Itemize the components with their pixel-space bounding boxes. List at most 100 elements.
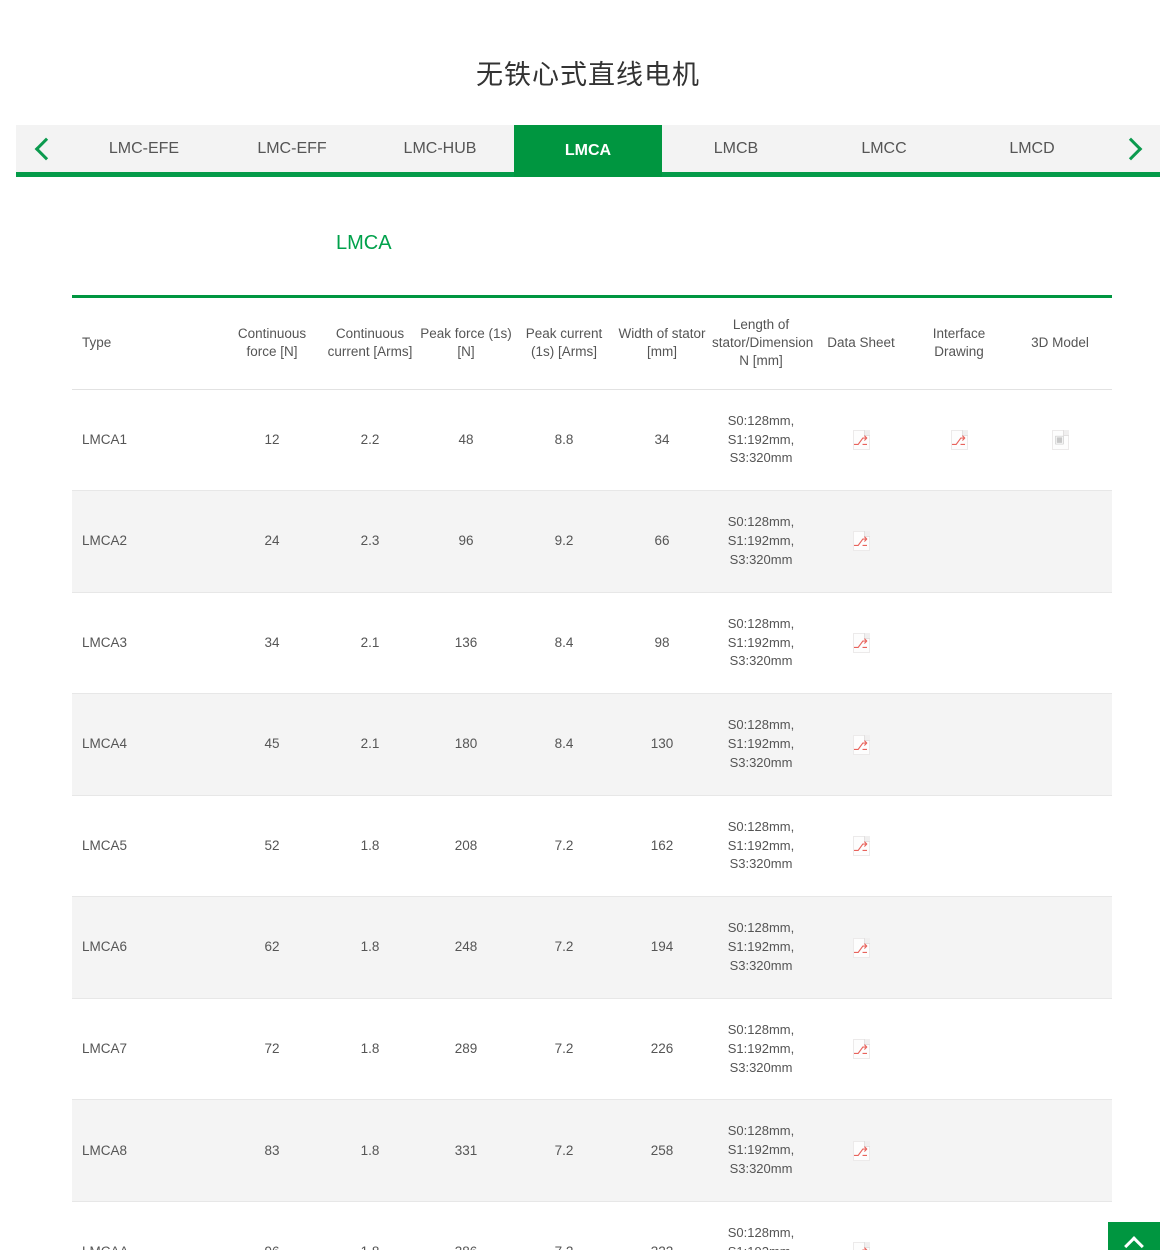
product-series-tabbar: LMC-EFELMC-EFFLMC-HUBLMCALMCBLMCCLMCD (16, 125, 1160, 177)
cell-interface-drawing (910, 1201, 1008, 1250)
cell-peak-force: 289 (418, 998, 514, 1100)
table-row: LMCAA961.83867.2322S0:128mm,S1:192mm,S3:… (72, 1201, 1112, 1250)
tabs-list: LMC-EFELMC-EFFLMC-HUBLMCALMCBLMCCLMCD (70, 125, 1106, 172)
cell-continuous-current: 2.1 (322, 592, 418, 694)
column-header-3d-model: 3D Model (1008, 297, 1112, 390)
cell-width-of-stator: 226 (614, 998, 710, 1100)
tab-lmcd[interactable]: LMCD (958, 125, 1106, 172)
table-header: Type Continuous force [N] Continuous cur… (72, 297, 1112, 390)
cell-peak-force: 386 (418, 1201, 514, 1250)
column-header-continuous-force: Continuous force [N] (222, 297, 322, 390)
cell-3d-model (1008, 795, 1112, 897)
cell-interface-drawing (910, 491, 1008, 593)
pdf-icon[interactable]: ⎇ (853, 836, 870, 856)
cell-continuous-current: 1.8 (322, 795, 418, 897)
cell-interface-drawing (910, 694, 1008, 796)
page-title: 无铁心式直线电机 (0, 0, 1176, 92)
pdf-icon[interactable]: ⎇ (853, 735, 870, 755)
tab-lmcb[interactable]: LMCB (662, 125, 810, 172)
cell-length-of-stator: S0:128mm,S1:192mm,S3:320mm (710, 1100, 812, 1202)
cell-data-sheet: ⎇ (812, 1100, 910, 1202)
cell-continuous-current: 1.8 (322, 897, 418, 999)
column-header-peak-force: Peak force (1s) [N] (418, 297, 514, 390)
tab-lmcc[interactable]: LMCC (810, 125, 958, 172)
pdf-icon[interactable]: ⎇ (853, 938, 870, 958)
cell-peak-force: 136 (418, 592, 514, 694)
chevron-left-icon (34, 137, 57, 160)
cell-continuous-current: 1.8 (322, 1201, 418, 1250)
cell-length-of-stator: S0:128mm,S1:192mm,S3:320mm (710, 694, 812, 796)
table-row: LMCA6621.82487.2194S0:128mm,S1:192mm,S3:… (72, 897, 1112, 999)
pdf-icon[interactable]: ⎇ (853, 1039, 870, 1059)
cell-peak-force: 48 (418, 389, 514, 491)
cell-interface-drawing (910, 592, 1008, 694)
column-header-continuous-current: Continuous current [Arms] (322, 297, 418, 390)
cell-continuous-force: 62 (222, 897, 322, 999)
cell-peak-current: 8.4 (514, 694, 614, 796)
cell-3d-model (1008, 998, 1112, 1100)
cell-data-sheet: ⎇ (812, 389, 910, 491)
cell-continuous-force: 24 (222, 491, 322, 593)
cell-continuous-current: 1.8 (322, 998, 418, 1100)
section-heading: LMCA (16, 177, 1160, 255)
tab-lmc-efe[interactable]: LMC-EFE (70, 125, 218, 172)
cell-width-of-stator: 34 (614, 389, 710, 491)
back-to-top-button[interactable] (1108, 1222, 1160, 1250)
pdf-icon[interactable]: ⎇ (853, 633, 870, 653)
tab-lmc-hub[interactable]: LMC-HUB (366, 125, 514, 172)
cell-peak-force: 180 (418, 694, 514, 796)
cell-length-of-stator: S0:128mm,S1:192mm,S3:320mm (710, 1201, 812, 1250)
pdf-icon[interactable]: ⎇ (853, 1141, 870, 1161)
table-row: LMCA5521.82087.2162S0:128mm,S1:192mm,S3:… (72, 795, 1112, 897)
cell-length-of-stator: S0:128mm,S1:192mm,S3:320mm (710, 491, 812, 593)
cell-data-sheet: ⎇ (812, 694, 910, 796)
pdf-icon[interactable]: ⎇ (951, 430, 968, 450)
cell-peak-force: 248 (418, 897, 514, 999)
cell-continuous-force: 12 (222, 389, 322, 491)
tab-lmca[interactable]: LMCA (514, 125, 662, 177)
cell-type: LMCAA (72, 1201, 222, 1250)
cell-type: LMCA8 (72, 1100, 222, 1202)
table-header-row: Type Continuous force [N] Continuous cur… (72, 297, 1112, 390)
cell-peak-current: 7.2 (514, 1100, 614, 1202)
tabs-next-button[interactable] (1106, 125, 1160, 172)
table-row: LMCA8831.83317.2258S0:128mm,S1:192mm,S3:… (72, 1100, 1112, 1202)
cell-width-of-stator: 162 (614, 795, 710, 897)
cell-data-sheet: ⎇ (812, 795, 910, 897)
specification-table: Type Continuous force [N] Continuous cur… (72, 295, 1112, 1250)
cell-3d-model (1008, 694, 1112, 796)
cell-width-of-stator: 66 (614, 491, 710, 593)
cell-interface-drawing (910, 998, 1008, 1100)
cell-continuous-current: 1.8 (322, 1100, 418, 1202)
cell-length-of-stator: S0:128mm,S1:192mm,S3:320mm (710, 795, 812, 897)
cell-continuous-force: 45 (222, 694, 322, 796)
cell-width-of-stator: 258 (614, 1100, 710, 1202)
cell-type: LMCA2 (72, 491, 222, 593)
chevron-up-icon (1124, 1236, 1144, 1250)
cell-type: LMCA7 (72, 998, 222, 1100)
cell-continuous-current: 2.1 (322, 694, 418, 796)
chevron-right-icon (1119, 137, 1142, 160)
cell-data-sheet: ⎇ (812, 491, 910, 593)
column-header-length-of-stator: Length of stator/Dimension N [mm] (710, 297, 812, 390)
3d-model-icon[interactable]: ▣ (1052, 430, 1069, 450)
table-row: LMCA4452.11808.4130S0:128mm,S1:192mm,S3:… (72, 694, 1112, 796)
column-header-peak-current: Peak current (1s) [Arms] (514, 297, 614, 390)
cell-interface-drawing (910, 1100, 1008, 1202)
tab-lmc-eff[interactable]: LMC-EFF (218, 125, 366, 172)
cell-length-of-stator: S0:128mm,S1:192mm,S3:320mm (710, 998, 812, 1100)
pdf-icon[interactable]: ⎇ (853, 430, 870, 450)
cell-data-sheet: ⎇ (812, 897, 910, 999)
cell-continuous-current: 2.3 (322, 491, 418, 593)
tabs-prev-button[interactable] (16, 125, 70, 172)
cell-continuous-force: 72 (222, 998, 322, 1100)
cell-continuous-force: 83 (222, 1100, 322, 1202)
pdf-icon[interactable]: ⎇ (853, 531, 870, 551)
cell-peak-force: 331 (418, 1100, 514, 1202)
cell-continuous-current: 2.2 (322, 389, 418, 491)
cell-type: LMCA6 (72, 897, 222, 999)
pdf-icon[interactable]: ⎇ (853, 1242, 870, 1250)
cell-type: LMCA3 (72, 592, 222, 694)
cell-data-sheet: ⎇ (812, 998, 910, 1100)
cell-peak-current: 7.2 (514, 1201, 614, 1250)
